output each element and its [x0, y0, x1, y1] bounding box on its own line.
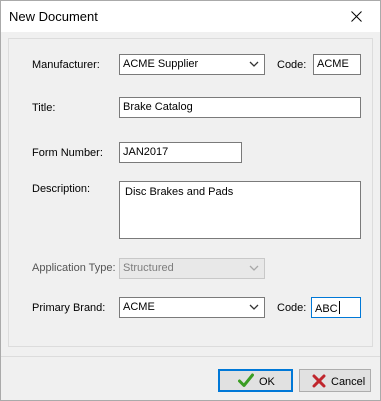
chevron-down-icon	[249, 304, 259, 310]
application-type-dropdown: Structured	[119, 258, 265, 279]
ok-label: OK	[259, 376, 275, 388]
footer-divider	[1, 356, 380, 357]
x-icon	[312, 374, 326, 388]
chevron-down-icon	[249, 61, 259, 67]
close-button[interactable]	[334, 1, 380, 32]
manufacturer-label: Manufacturer:	[32, 59, 100, 71]
primary-brand-code-input[interactable]: ABC	[311, 297, 361, 318]
application-type-label: Application Type:	[32, 262, 116, 274]
ok-button[interactable]: OK	[218, 369, 293, 392]
primary-brand-dropdown[interactable]: ACME	[119, 297, 265, 318]
window-title: New Document	[9, 9, 98, 24]
manufacturer-code-value: ACME	[317, 58, 349, 70]
manufacturer-code-label: Code:	[277, 59, 307, 71]
cancel-label: Cancel	[331, 376, 366, 388]
title-label: Title:	[32, 102, 56, 114]
manufacturer-code-input[interactable]: ACME	[313, 54, 361, 75]
primary-brand-code-value: ABC	[315, 303, 338, 315]
cancel-button[interactable]: Cancel	[299, 369, 371, 392]
manufacturer-dropdown[interactable]: ACME Supplier	[119, 54, 265, 75]
application-type-value: Structured	[123, 262, 174, 274]
chevron-down-icon	[249, 265, 259, 271]
primary-brand-value: ACME	[123, 301, 155, 313]
close-icon	[351, 11, 362, 22]
manufacturer-value: ACME Supplier	[123, 58, 199, 70]
primary-brand-label: Primary Brand:	[32, 302, 106, 314]
description-value: Disc Brakes and Pads	[125, 186, 234, 198]
form-number-value: JAN2017	[123, 146, 169, 158]
title-input[interactable]: Brake Catalog	[119, 97, 361, 118]
description-textarea[interactable]: Disc Brakes and Pads	[119, 181, 361, 239]
form-number-label: Form Number:	[32, 147, 103, 159]
description-label: Description:	[32, 183, 91, 195]
title-bar: New Document	[1, 1, 380, 32]
new-document-dialog: New Document Manufacturer: ACME Supplier…	[0, 0, 381, 401]
form-number-input[interactable]: JAN2017	[119, 142, 242, 163]
text-caret	[338, 301, 340, 314]
primary-brand-code-label: Code:	[277, 302, 307, 314]
title-value: Brake Catalog	[123, 101, 193, 113]
checkmark-icon	[238, 373, 254, 387]
